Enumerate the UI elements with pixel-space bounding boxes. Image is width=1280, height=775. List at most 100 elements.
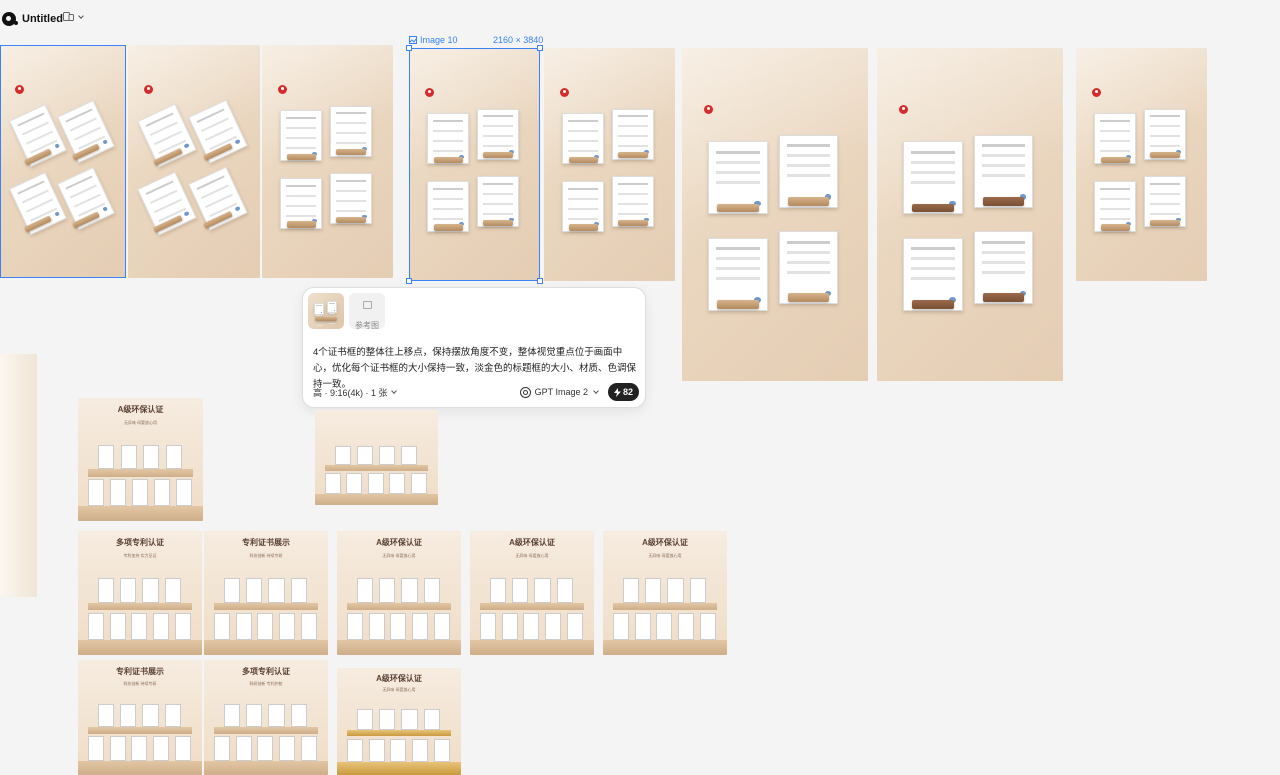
mini-certificate bbox=[153, 612, 170, 641]
mini-certificate bbox=[401, 446, 418, 466]
mini-certificate bbox=[367, 472, 384, 494]
mini-certificate bbox=[120, 444, 137, 470]
lightning-icon bbox=[613, 387, 621, 397]
banner-title: A级环保认证 bbox=[509, 538, 555, 548]
title-plaque bbox=[618, 219, 648, 226]
canvas-image[interactable] bbox=[0, 45, 126, 278]
mini-certificate bbox=[622, 578, 639, 603]
resize-handle[interactable] bbox=[406, 278, 412, 284]
title-plaque bbox=[433, 156, 463, 163]
selected-image-label: Image 10 bbox=[409, 35, 458, 45]
chevron-down-icon bbox=[390, 388, 397, 394]
generation-settings-dropdown[interactable]: 高 · 9:16(4k) · 1 张 bbox=[313, 386, 397, 399]
canvas-image[interactable]: A级环保认证 无异味 母婴放心用 bbox=[337, 668, 461, 775]
singapore-flag-icon bbox=[143, 84, 153, 94]
canvas-image[interactable]: A级环保认证 无异味 母婴放心用 bbox=[470, 531, 594, 655]
mini-certificate bbox=[501, 612, 518, 641]
app-logo-icon[interactable] bbox=[2, 12, 18, 26]
mini-certificate bbox=[689, 578, 706, 603]
mini-certificate bbox=[433, 738, 450, 763]
banner-subtitle: 科技创新 持续专研 bbox=[249, 553, 283, 559]
banner-subtitle: 专利加持 实力见证 bbox=[123, 553, 157, 559]
mini-certificate bbox=[534, 578, 551, 603]
singapore-flag-icon bbox=[1091, 87, 1101, 97]
generate-button[interactable]: 82 bbox=[607, 383, 639, 401]
mini-certificate bbox=[379, 708, 396, 731]
title-plaque bbox=[1150, 152, 1180, 159]
canvas-image[interactable]: A级环保认证 无异味 母婴放心用 bbox=[337, 531, 461, 655]
mini-certificate bbox=[109, 735, 126, 762]
mini-certificate bbox=[523, 612, 540, 641]
banner-title: A级环保认证 bbox=[117, 405, 164, 415]
mini-certificate bbox=[120, 703, 137, 727]
title-plaque bbox=[1100, 156, 1130, 163]
mini-certificate bbox=[174, 612, 191, 641]
resize-handle[interactable] bbox=[537, 45, 543, 51]
openai-icon bbox=[519, 386, 531, 398]
banner-subtitle: 科技创新 持续专研 bbox=[123, 680, 157, 686]
banner-subtitle: 无异味 母婴放心用 bbox=[123, 420, 158, 426]
mini-certificate bbox=[645, 578, 662, 603]
reference-image-thumbnail[interactable] bbox=[308, 293, 344, 329]
mini-certificate bbox=[401, 708, 418, 731]
mini-certificate bbox=[390, 738, 407, 763]
canvas-image[interactable] bbox=[128, 45, 260, 278]
model-selector[interactable]: GPT Image 2 bbox=[519, 386, 599, 398]
canvas-image[interactable]: A级环保认证无异味 母婴放心用 bbox=[78, 398, 203, 521]
mini-certificate bbox=[97, 578, 114, 603]
mini-certificate bbox=[423, 708, 440, 731]
canvas-image[interactable]: A级环保认证 无异味 母婴放心用 bbox=[603, 531, 727, 655]
mini-certificate bbox=[131, 735, 148, 762]
resize-handle[interactable] bbox=[537, 278, 543, 284]
mini-certificate bbox=[356, 708, 373, 731]
mini-certificate bbox=[279, 612, 296, 641]
mini-certificate bbox=[109, 612, 126, 641]
add-reference-label: 参考图 bbox=[355, 321, 379, 330]
mini-certificate bbox=[153, 735, 170, 762]
banner-title: 专利证书展示 bbox=[116, 666, 164, 676]
canvas-image[interactable]: 多项专利认证 专利加持 实力见证 bbox=[78, 531, 202, 655]
resize-handle[interactable] bbox=[406, 45, 412, 51]
mini-certificate bbox=[223, 703, 240, 727]
canvas-image[interactable] bbox=[682, 48, 868, 381]
canvas-image[interactable] bbox=[409, 48, 540, 281]
mini-certificate bbox=[566, 612, 583, 641]
mini-certificate bbox=[410, 472, 427, 494]
singapore-flag-icon bbox=[15, 84, 25, 94]
mini-certificate bbox=[290, 703, 307, 727]
canvas-app: Untitled Image 10 2160 × 3840 参考图 4个证书框的… bbox=[0, 0, 1280, 775]
mini-certificate bbox=[88, 479, 105, 507]
mini-certificate bbox=[246, 578, 263, 603]
title-plaque bbox=[336, 216, 366, 223]
mini-certificate bbox=[699, 612, 716, 641]
title-plaque bbox=[286, 153, 316, 160]
canvas-image[interactable]: 专利证书展示科技创新 持续专研 bbox=[78, 660, 202, 775]
canvas-image[interactable] bbox=[877, 48, 1063, 381]
title-plaque bbox=[336, 149, 366, 156]
device-switch-button[interactable] bbox=[63, 12, 84, 22]
mini-certificate bbox=[512, 578, 529, 603]
mini-certificate bbox=[279, 735, 296, 762]
banner-title: A级环保认证 bbox=[642, 538, 688, 548]
canvas-image[interactable]: 专利证书展示 科技创新 持续专研 bbox=[204, 531, 328, 655]
mini-certificate bbox=[423, 578, 440, 603]
canvas-image[interactable] bbox=[1076, 48, 1207, 281]
mini-certificate bbox=[368, 612, 385, 641]
document-title[interactable]: Untitled bbox=[22, 13, 63, 25]
mini-certificate bbox=[356, 578, 373, 603]
mini-certificate bbox=[433, 612, 450, 641]
add-reference-button[interactable]: 参考图 bbox=[349, 293, 385, 330]
mini-certificate bbox=[223, 578, 240, 603]
canvas-image[interactable] bbox=[315, 410, 438, 505]
title-plaque bbox=[286, 221, 316, 228]
title-plaque bbox=[483, 152, 513, 159]
canvas-image[interactable]: 多项专利认证 科研创新 专利护航 bbox=[204, 660, 328, 775]
mini-certificate bbox=[389, 472, 406, 494]
top-bar: Untitled bbox=[0, 0, 1280, 36]
mini-certificate bbox=[401, 578, 418, 603]
canvas-image[interactable] bbox=[544, 48, 675, 281]
canvas-image[interactable] bbox=[262, 45, 393, 278]
canvas-image-partial[interactable] bbox=[0, 354, 37, 597]
model-name: GPT Image 2 bbox=[534, 387, 588, 397]
singapore-flag-icon bbox=[899, 104, 909, 114]
